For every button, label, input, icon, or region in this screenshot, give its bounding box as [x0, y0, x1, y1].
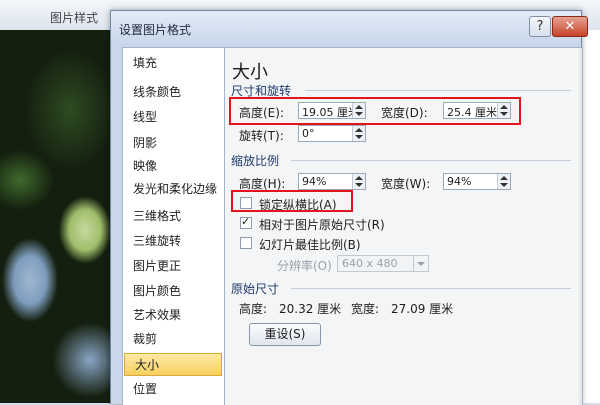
nav-item-picture-corrections[interactable]: 图片更正: [123, 255, 224, 278]
scale-width-spinner[interactable]: 94%: [443, 173, 511, 190]
dialog-titlebar[interactable]: 设置图片格式 ? ✕: [111, 11, 588, 44]
ribbon-picture-styles-label: 图片样式: [50, 11, 99, 25]
panel-heading: 大小: [232, 62, 268, 83]
dialog-content: 填充 线条颜色 线型 阴影 映像 发光和柔化边缘 三维格式 三维旋转 图片更正 …: [122, 47, 583, 405]
nav-item-crop[interactable]: 裁剪: [123, 328, 224, 351]
section-divider: [305, 90, 571, 91]
category-list: 填充 线条颜色 线型 阴影 映像 发光和柔化边缘 三维格式 三维旋转 图片更正 …: [123, 48, 225, 405]
scale-width-label: 宽度(W):: [381, 177, 431, 191]
rotation-value[interactable]: 0°: [302, 127, 315, 140]
background-canvas: [580, 30, 600, 403]
best-scale-slideshow-checkbox[interactable]: [240, 237, 252, 249]
chevron-down-icon[interactable]: [413, 256, 428, 271]
spin-down-icon[interactable]: [355, 183, 363, 187]
nav-item-position[interactable]: 位置: [123, 378, 224, 401]
dialog-title: 设置图片格式: [119, 23, 192, 37]
rotation-spinner[interactable]: 0°: [298, 125, 366, 142]
resolution-label: 分辨率(O): [277, 259, 332, 273]
nav-item-line-style[interactable]: 线型: [123, 106, 224, 129]
spin-up-icon[interactable]: [355, 128, 363, 132]
relative-original-label[interactable]: 相对于图片原始尺寸(R): [259, 216, 385, 233]
rotation-label: 旋转(T):: [239, 129, 284, 143]
section-original-size: 原始尺寸: [231, 282, 280, 296]
original-width-label: 宽度:: [351, 302, 380, 316]
hydrangea-photo: [0, 30, 118, 403]
section-scale: 缩放比例: [231, 154, 280, 168]
nav-item-3d-format[interactable]: 三维格式: [123, 205, 224, 228]
rotation-spin-buttons[interactable]: [352, 126, 365, 141]
scale-width-value[interactable]: 94%: [447, 175, 471, 188]
scale-height-spin-buttons[interactable]: [352, 174, 365, 189]
nav-item-line-color[interactable]: 线条颜色: [123, 81, 224, 104]
spin-up-icon[interactable]: [500, 176, 508, 180]
close-button[interactable]: ✕: [552, 16, 588, 37]
nav-item-artistic-effects[interactable]: 艺术效果: [123, 304, 224, 327]
panel-scrollbar[interactable]: [579, 48, 582, 405]
spin-down-icon[interactable]: [355, 135, 363, 139]
nav-item-size[interactable]: 大小: [124, 353, 222, 376]
resolution-dropdown[interactable]: 640 x 480: [337, 255, 429, 272]
spin-down-icon[interactable]: [500, 183, 508, 187]
reset-button[interactable]: 重设(S): [249, 323, 321, 346]
original-height-label: 高度:: [239, 302, 268, 316]
scale-height-value[interactable]: 94%: [302, 175, 326, 188]
highlight-box-size: [229, 97, 521, 125]
help-button[interactable]: ?: [529, 16, 551, 37]
nav-item-glow-soft-edges[interactable]: 发光和柔化边缘: [123, 178, 224, 201]
nav-item-fill[interactable]: 填充: [123, 52, 224, 75]
original-width-value: 27.09 厘米: [391, 302, 454, 316]
nav-item-3d-rotation[interactable]: 三维旋转: [123, 230, 224, 253]
nav-item-reflection[interactable]: 映像: [123, 155, 224, 178]
original-height-value: 20.32 厘米: [279, 302, 342, 316]
scale-height-spinner[interactable]: 94%: [298, 173, 366, 190]
size-panel: 大小 尺寸和旋转 高度(E): 19.05 厘米 宽度(D): 25.4 厘米 …: [225, 48, 582, 405]
resolution-value: 640 x 480: [342, 257, 398, 270]
relative-original-checkbox[interactable]: [240, 215, 252, 229]
section-divider: [291, 160, 571, 161]
scale-width-spin-buttons[interactable]: [497, 174, 510, 189]
nav-item-picture-color[interactable]: 图片颜色: [123, 280, 224, 303]
format-picture-dialog: 设置图片格式 ? ✕ 填充 线条颜色 线型 阴影 映像 发光和柔化边缘 三维格式…: [110, 10, 588, 405]
nav-item-shadow[interactable]: 阴影: [123, 132, 224, 155]
spin-up-icon[interactable]: [355, 176, 363, 180]
highlight-box-lock: [231, 190, 353, 212]
section-divider: [291, 288, 571, 289]
best-scale-slideshow-label[interactable]: 幻灯片最佳比例(B): [259, 236, 361, 253]
